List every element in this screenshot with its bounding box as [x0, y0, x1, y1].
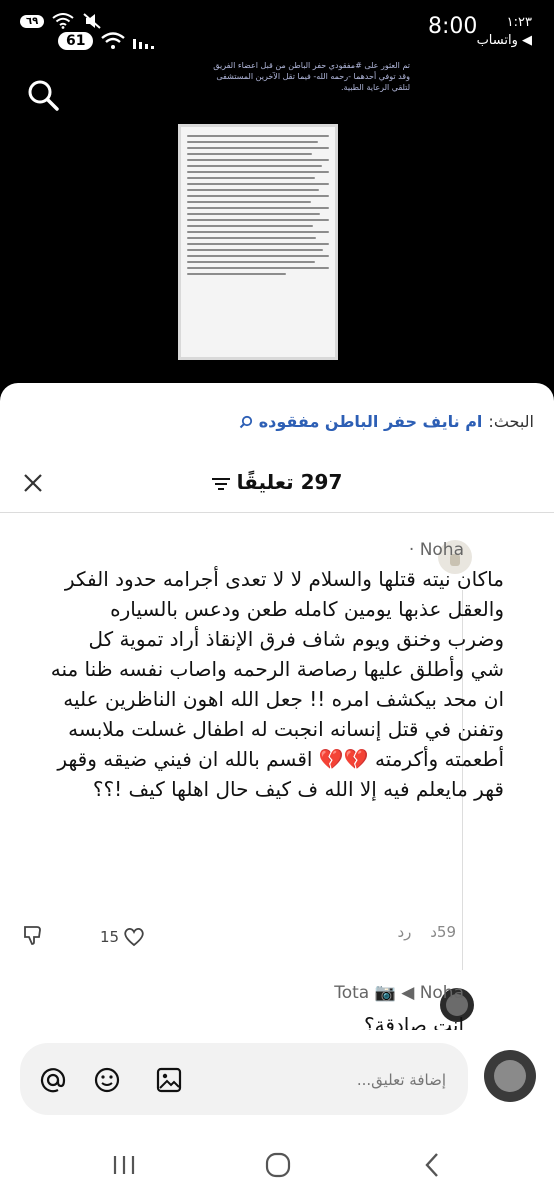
reply-to[interactable]: Noha — [420, 983, 464, 1003]
comment-author-row: Noha · — [50, 540, 504, 564]
comment-time: 59د — [430, 923, 456, 941]
mute-icon — [83, 13, 101, 29]
home-nav-icon[interactable] — [264, 1148, 292, 1182]
battery-level: 61 — [58, 32, 94, 50]
wifi-icon — [52, 13, 74, 29]
reply-author[interactable]: Tota — [334, 983, 369, 1003]
image-icon[interactable] — [156, 1067, 182, 1093]
search-small-icon — [239, 415, 252, 428]
status-icons-row2: 61 — [58, 32, 155, 50]
dislike-icon[interactable] — [22, 924, 46, 946]
search-suggestion[interactable]: البحث: ام نايف حفر الباطن مفقوده — [239, 412, 534, 431]
mention-icon[interactable] — [40, 1067, 66, 1093]
emoji-icon[interactable] — [94, 1067, 120, 1093]
comment: Noha · ماكان نيته قتلها والسلام لا لا تع… — [50, 540, 504, 804]
status-clock: 8:00 — [428, 14, 478, 39]
reply-arrow-icon: 📷 ◀ — [374, 983, 420, 1003]
cell-signal-icon — [133, 39, 155, 49]
search-query[interactable]: ام نايف حفر الباطن مفقوده — [259, 412, 483, 431]
comment-author[interactable]: Noha — [420, 540, 504, 560]
reply-author-row: Tota 📷 ◀ Noha — [334, 983, 464, 1003]
comment-input-field[interactable] — [254, 1065, 448, 1095]
comments-header: 297 تعليقًا — [0, 462, 554, 504]
comments-title: 297 تعليقًا — [0, 470, 554, 494]
author-dot: · — [408, 540, 415, 560]
sort-icon[interactable] — [211, 476, 230, 492]
search-label: البحث: — [488, 412, 534, 431]
comments-count: 297 — [300, 470, 343, 494]
status-icons-left: ٦٩ — [20, 12, 102, 30]
reply-button[interactable]: رد — [398, 923, 412, 941]
comment-text: ماكان نيته قتلها والسلام لا لا تعدى أجرا… — [50, 567, 504, 801]
comment-meta: 59د رد — [350, 923, 457, 951]
back-nav-icon[interactable] — [422, 1148, 442, 1182]
like-count: 15 — [100, 928, 120, 946]
notification-count: ٦٩ — [20, 14, 45, 28]
status-right: ١:٢٣ ◀ واتساب — [477, 14, 532, 50]
status-time-small: ١:٢٣ — [506, 15, 532, 30]
like-group[interactable]: 15 — [100, 923, 145, 951]
comments-count-label: تعليقًا — [236, 470, 294, 494]
wifi-signal-icon — [101, 32, 126, 49]
user-avatar — [484, 1050, 536, 1102]
heart-icon[interactable] — [123, 927, 145, 947]
recents-nav-icon[interactable] — [112, 1148, 136, 1182]
post-image — [178, 124, 338, 360]
header-divider — [0, 512, 554, 513]
comment-input[interactable] — [20, 1043, 468, 1115]
post-caption: تم العثور على #مفقودي حفر الباطن من قبل … — [213, 61, 410, 92]
search-icon[interactable] — [26, 78, 60, 112]
back-to-app-link[interactable]: ◀ واتساب — [477, 32, 532, 50]
